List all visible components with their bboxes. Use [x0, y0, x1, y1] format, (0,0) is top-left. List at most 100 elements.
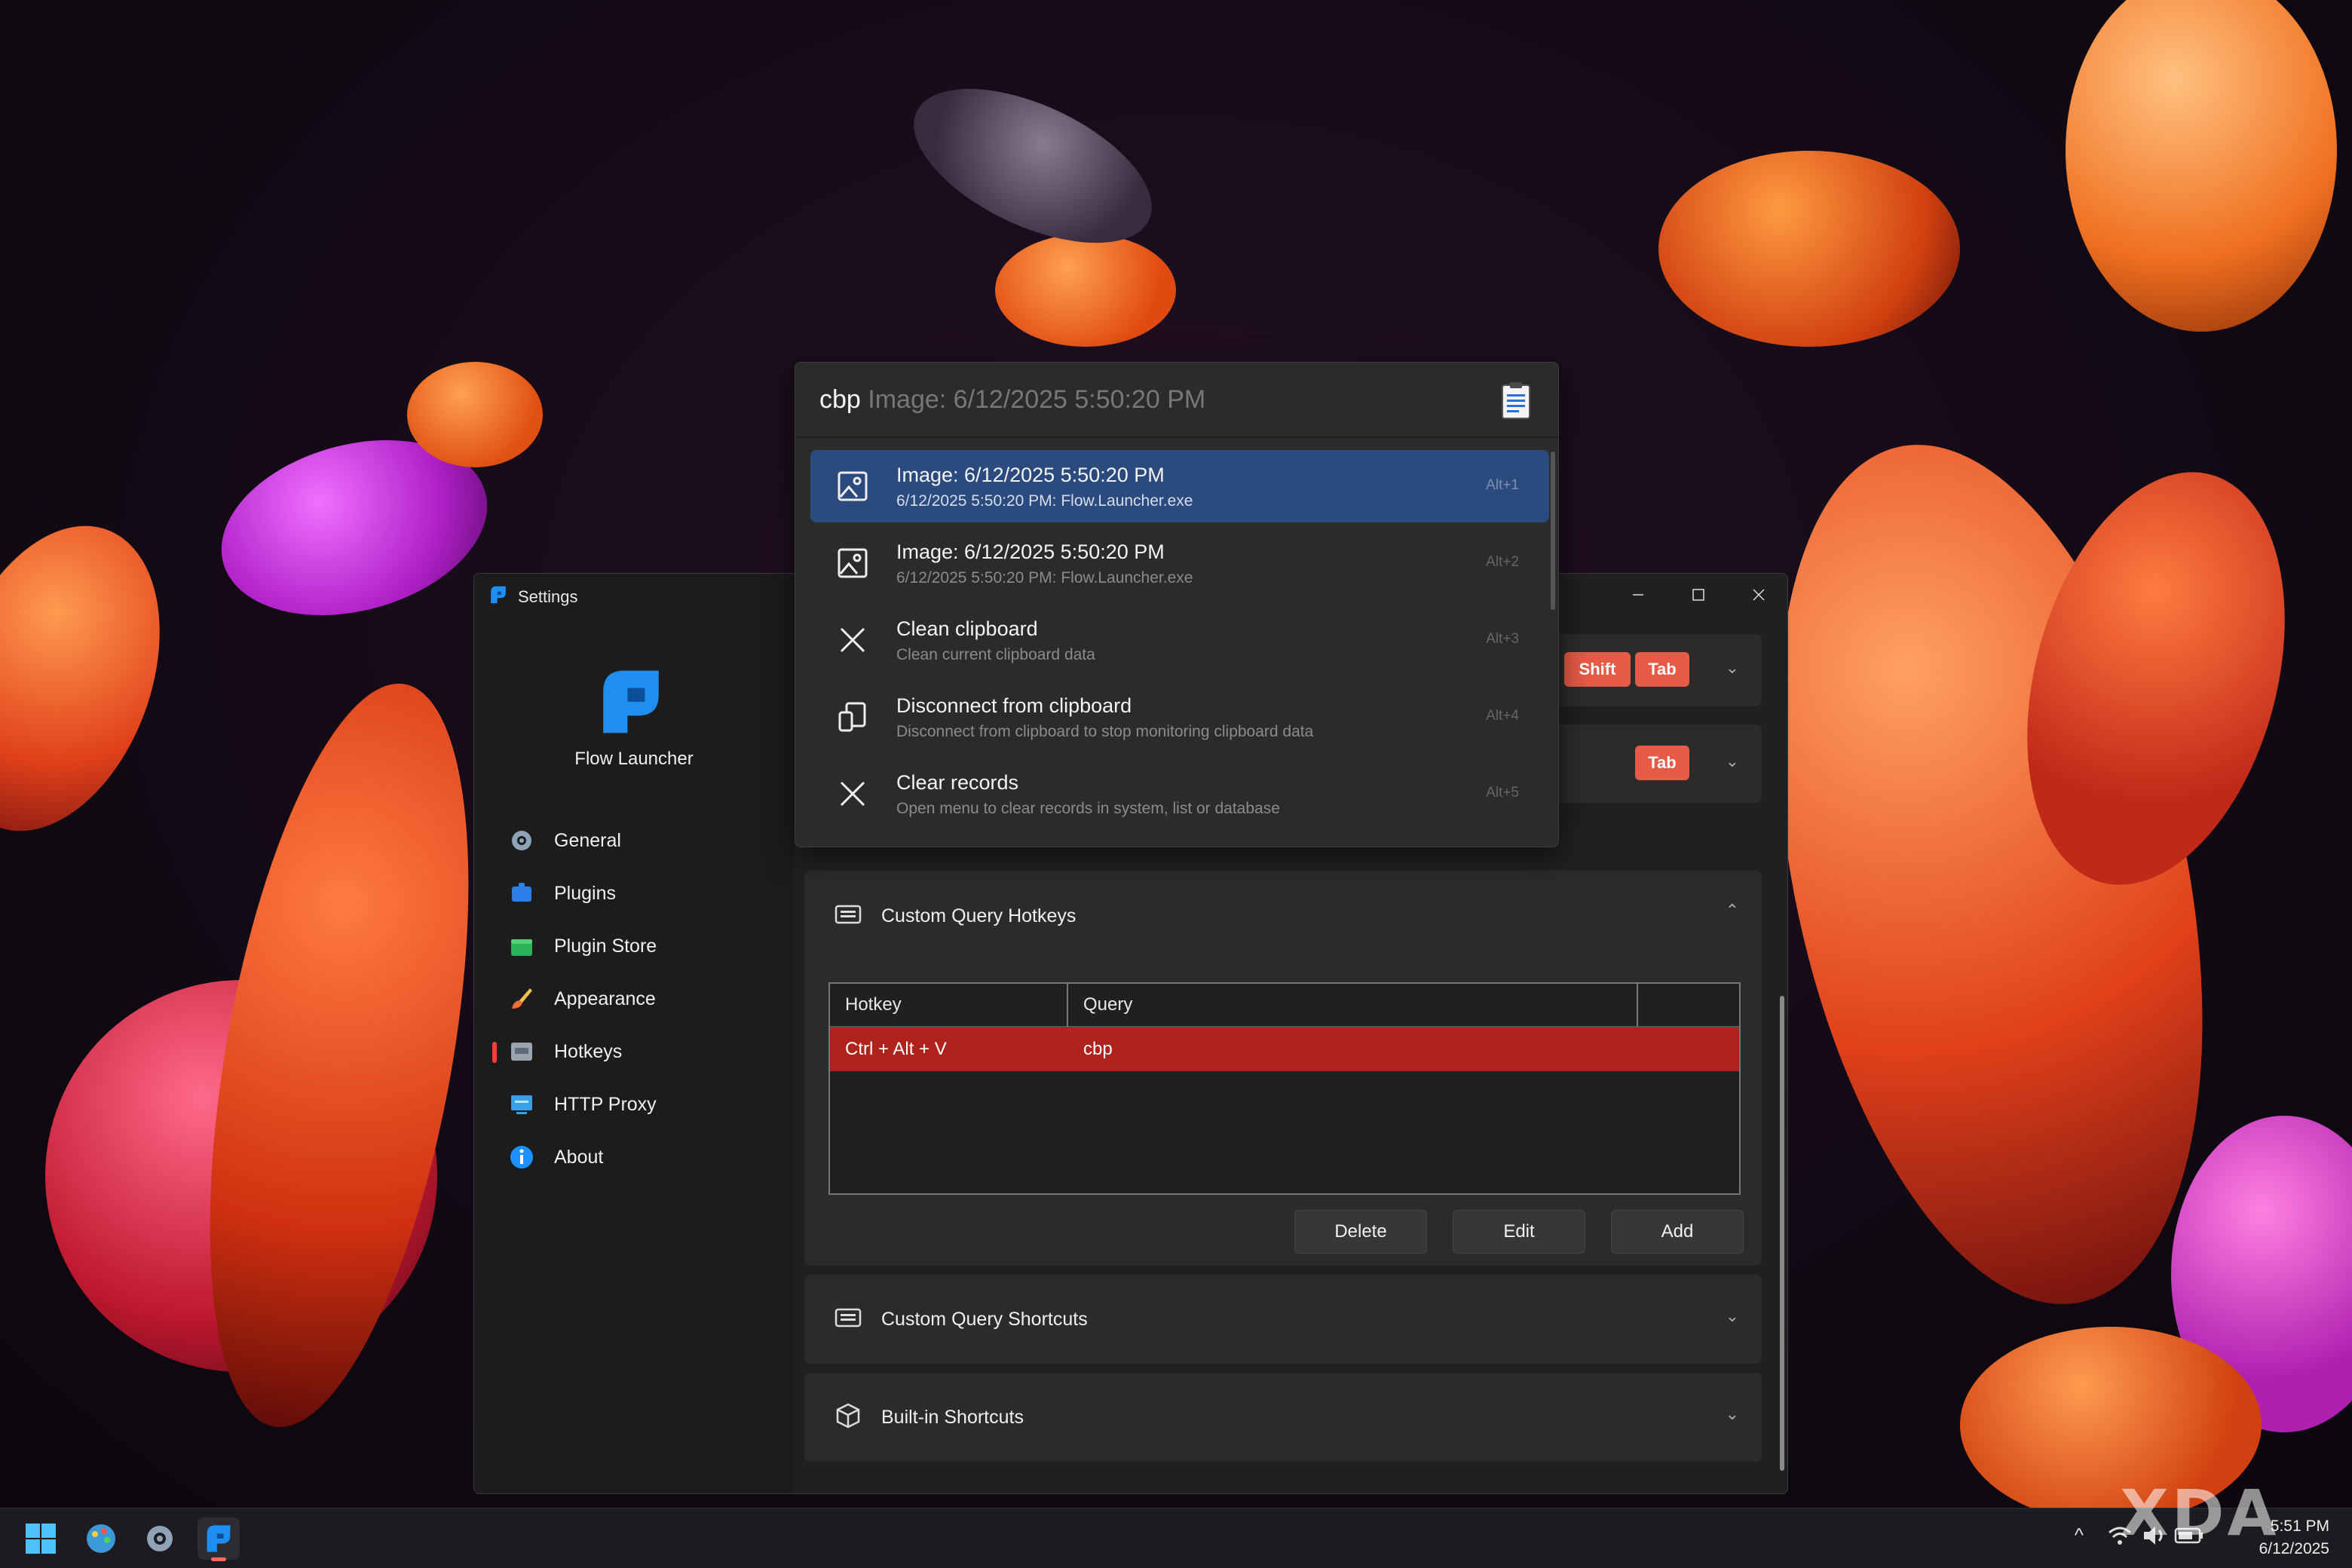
puzzle-icon [507, 879, 536, 908]
builtin-shortcuts-card[interactable]: Built-in Shortcuts ⌄ [804, 1373, 1762, 1462]
column-header-hotkey[interactable]: Hotkey [830, 984, 1068, 1027]
window-controls [1608, 574, 1788, 616]
column-header-empty [1638, 984, 1739, 1027]
result-hotkey: Alt+1 [1486, 477, 1519, 494]
chevron-down-icon[interactable]: ⌄ [1726, 752, 1739, 771]
table-row[interactable]: Ctrl + Alt + V cbp [830, 1027, 1739, 1071]
card-title: Built-in Shortcuts [881, 1407, 1024, 1429]
flow-launcher-logo-icon [488, 584, 509, 605]
nav-label: Appearance [554, 988, 656, 1010]
nav-general[interactable]: General [492, 818, 779, 863]
result-subtitle: Disconnect from clipboard to stop monito… [896, 723, 1313, 741]
edit-button[interactable]: Edit [1453, 1210, 1585, 1254]
image-icon [838, 548, 868, 578]
nav-label: General [554, 830, 621, 852]
taskbar-app-flow-launcher[interactable] [198, 1517, 240, 1560]
result-hotkey: Alt+4 [1486, 708, 1519, 724]
nav-label: About [554, 1147, 603, 1168]
nav-label: HTTP Proxy [554, 1094, 657, 1116]
query-input[interactable]: cbp Image: 6/12/2025 5:50:20 PM [819, 385, 1205, 415]
query-cell: cbp [1068, 1027, 1113, 1071]
close-button[interactable] [1729, 574, 1788, 616]
card-title: Custom Query Shortcuts [881, 1309, 1088, 1331]
nav-plugin-store[interactable]: Plugin Store [492, 923, 779, 969]
nav-label: Hotkeys [554, 1041, 622, 1063]
window-title: Settings [518, 587, 578, 607]
nav-about[interactable]: About [492, 1135, 779, 1180]
taskbar: ^ 5:51 PM 6/12/2025 [0, 1508, 2352, 1568]
maximize-button[interactable] [1668, 574, 1729, 616]
result-item[interactable]: Disconnect from clipboard Disconnect fro… [810, 681, 1549, 753]
selected-indicator [492, 1042, 497, 1063]
chevron-up-icon[interactable]: ^ [2075, 1524, 2084, 1547]
windows-logo-icon [24, 1522, 57, 1555]
flow-launcher-large-logo-icon [596, 667, 666, 737]
image-icon [838, 471, 868, 501]
palette-icon [84, 1522, 118, 1555]
cube-icon [835, 1402, 862, 1433]
result-subtitle: Clean current clipboard data [896, 646, 1095, 664]
result-subtitle: 6/12/2025 5:50:20 PM: Flow.Launcher.exe [896, 569, 1193, 587]
query-suggestion: Image: 6/12/2025 5:50:20 PM [861, 385, 1205, 414]
keyboard-icon [507, 1037, 536, 1066]
result-title: Image: 6/12/2025 5:50:20 PM [896, 541, 1165, 564]
result-item[interactable]: Image: 6/12/2025 5:50:20 PM 6/12/2025 5:… [810, 527, 1549, 599]
taskbar-app-settings[interactable] [139, 1517, 181, 1560]
result-hotkey: Alt+5 [1486, 785, 1519, 801]
nav-appearance[interactable]: Appearance [492, 976, 779, 1021]
custom-query-hotkeys-card: Custom Query Hotkeys ⌃ Hotkey Query Ctrl… [804, 871, 1762, 1266]
app-name: Flow Launcher [474, 749, 794, 770]
result-title: Clean clipboard [896, 617, 1038, 641]
paintbrush-icon [507, 985, 536, 1013]
result-subtitle: Open menu to clear records in system, li… [896, 800, 1280, 818]
gear-icon [507, 826, 536, 855]
taskbar-app-paint[interactable] [80, 1517, 122, 1560]
result-title: Disconnect from clipboard [896, 694, 1132, 718]
active-app-indicator [211, 1557, 226, 1561]
xda-watermark: XDA [2120, 1476, 2338, 1536]
nav-http-proxy[interactable]: HTTP Proxy [492, 1082, 779, 1127]
result-item[interactable]: Clear records Open menu to clear records… [810, 758, 1549, 830]
maximize-icon [1691, 587, 1706, 602]
disconnect-icon [838, 702, 868, 732]
result-title: Clear records [896, 771, 1018, 795]
minimize-button[interactable] [1608, 574, 1668, 616]
hotkey-cell: Ctrl + Alt + V [830, 1027, 947, 1071]
nav-plugins[interactable]: Plugins [492, 871, 779, 916]
keyboard-icon [835, 903, 862, 929]
result-item[interactable]: Clean clipboard Clean current clipboard … [810, 604, 1549, 676]
result-subtitle: 6/12/2025 5:50:20 PM: Flow.Launcher.exe [896, 492, 1193, 510]
monitor-network-icon [507, 1090, 536, 1119]
nav-hotkeys[interactable]: Hotkeys [492, 1029, 779, 1074]
start-button[interactable] [20, 1517, 62, 1560]
key-badge-shift: Shift [1564, 652, 1631, 687]
custom-query-shortcuts-card[interactable]: Custom Query Shortcuts ⌄ [804, 1275, 1762, 1364]
chevron-down-icon[interactable]: ⌄ [1726, 658, 1739, 678]
result-item[interactable]: Image: 6/12/2025 5:50:20 PM 6/12/2025 5:… [810, 450, 1549, 522]
result-hotkey: Alt+2 [1486, 554, 1519, 571]
key-badge-tab: Tab [1635, 746, 1689, 780]
result-hotkey: Alt+3 [1486, 631, 1519, 648]
settings-sidebar: Settings Flow Launcher General Plugins P… [474, 574, 794, 1493]
column-header-query[interactable]: Query [1068, 984, 1638, 1027]
nav-label: Plugins [554, 883, 616, 905]
add-button[interactable]: Add [1611, 1210, 1744, 1254]
key-badge-tab: Tab [1635, 652, 1689, 687]
x-icon [838, 779, 868, 809]
results-scrollbar[interactable] [1551, 452, 1555, 610]
chevron-down-icon[interactable]: ⌄ [1726, 1306, 1739, 1326]
basket-icon [507, 932, 536, 960]
nav-label: Plugin Store [554, 936, 657, 957]
delete-button[interactable]: Delete [1294, 1210, 1427, 1254]
clipboard-icon [1501, 381, 1531, 420]
x-icon [838, 625, 868, 655]
flow-launcher-popup: cbp Image: 6/12/2025 5:50:20 PM Image: 6… [795, 362, 1559, 847]
gear-icon [143, 1522, 176, 1555]
minimize-icon [1631, 587, 1646, 602]
custom-query-hotkeys-header[interactable]: Custom Query Hotkeys ⌃ [804, 871, 1762, 961]
keyboard-icon [835, 1306, 862, 1333]
chevron-down-icon[interactable]: ⌄ [1726, 1404, 1739, 1424]
settings-scrollbar[interactable] [1780, 996, 1784, 1471]
chevron-up-icon[interactable]: ⌃ [1726, 901, 1739, 920]
query-text: cbp [819, 385, 861, 414]
